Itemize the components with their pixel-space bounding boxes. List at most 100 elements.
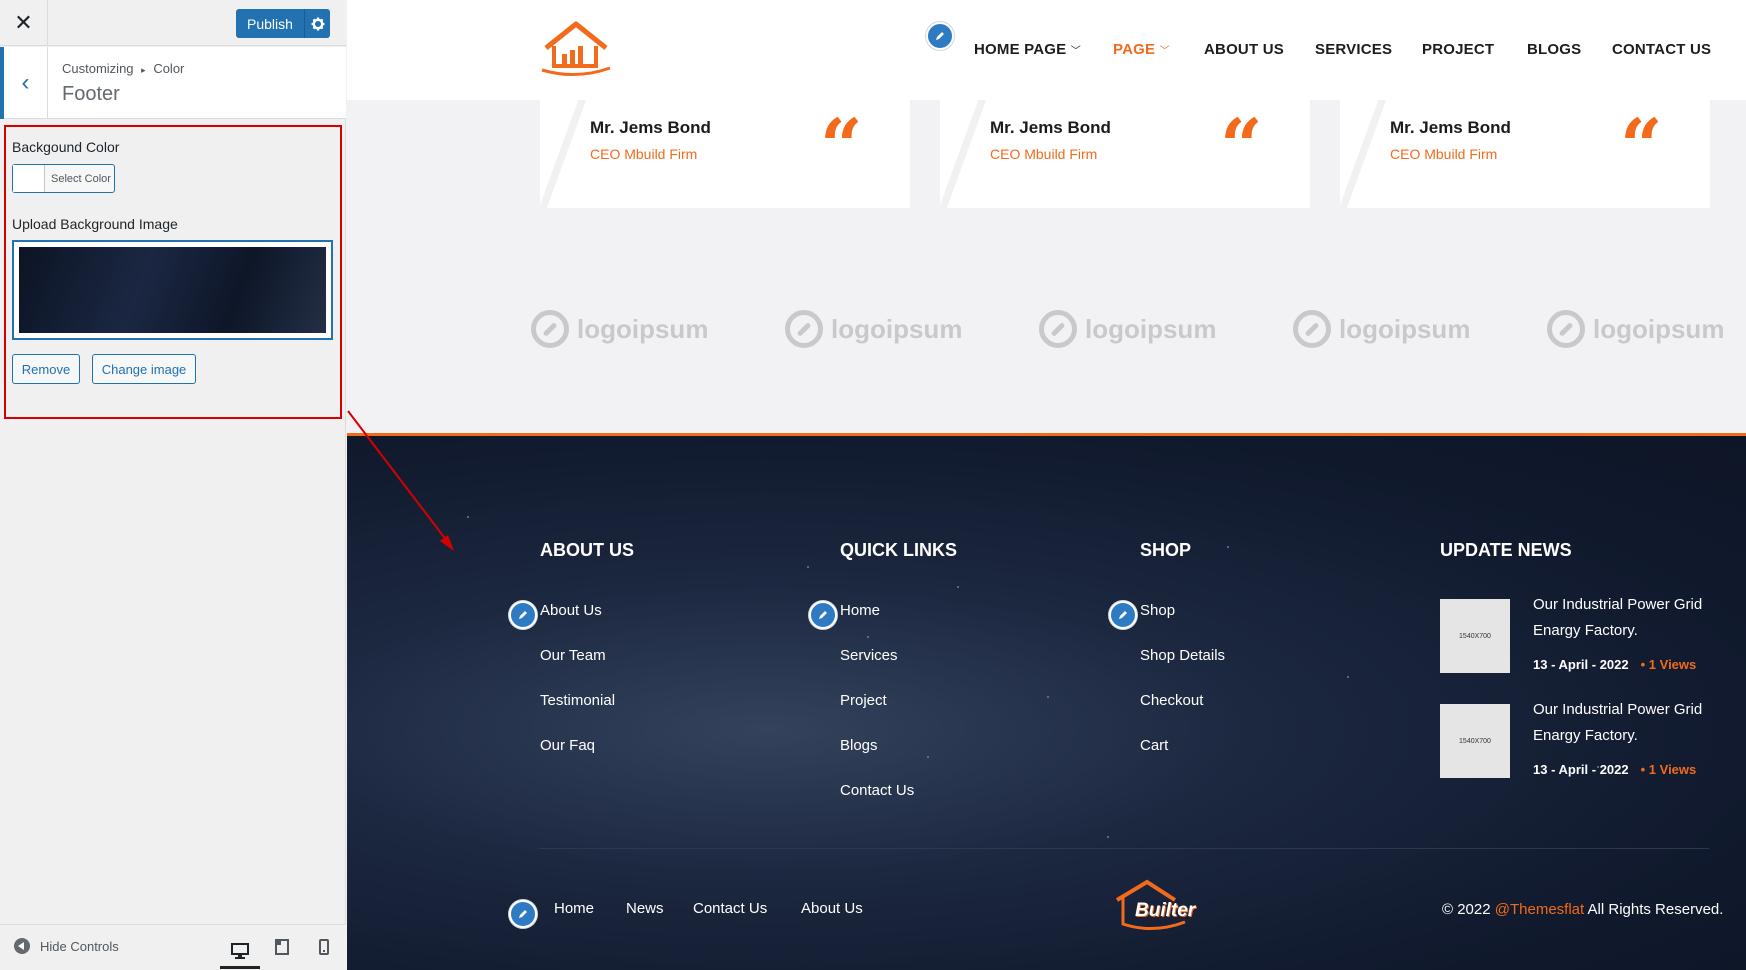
nav-about-us[interactable]: ABOUT US bbox=[1204, 41, 1284, 58]
partner-logo-text: logoipsum bbox=[577, 313, 709, 344]
footer-link[interactable]: Blogs bbox=[840, 737, 878, 754]
copyright-suffix: All Rights Reserved. bbox=[1587, 901, 1724, 918]
logoipsum-icon bbox=[531, 310, 569, 348]
testimonial-name: Mr. Jems Bond bbox=[1390, 118, 1511, 137]
bottom-link[interactable]: Contact Us bbox=[693, 900, 767, 917]
logoipsum-icon bbox=[1293, 310, 1331, 348]
footer-link[interactable]: Shop bbox=[1140, 602, 1175, 619]
spark-particle bbox=[927, 756, 929, 758]
news-thumbnail[interactable]: 1540X700 bbox=[1440, 704, 1510, 778]
chevron-down-icon: ﹀ bbox=[1159, 46, 1170, 57]
footer-link[interactable]: Services bbox=[840, 647, 898, 664]
gear-icon[interactable] bbox=[304, 9, 330, 38]
bottom-link[interactable]: News bbox=[626, 900, 664, 917]
background-color-label: Backgound Color bbox=[12, 139, 120, 155]
testimonial-role: CEO Mbuild Firm bbox=[590, 146, 698, 162]
footer-link[interactable]: About Us bbox=[540, 602, 602, 619]
footer-logo[interactable]: Builter bbox=[1113, 878, 1195, 936]
publish-button[interactable]: Publish bbox=[236, 9, 330, 38]
back-button[interactable]: ‹ bbox=[0, 47, 48, 119]
footer-divider bbox=[539, 848, 1709, 849]
edit-shortcut-icon[interactable] bbox=[809, 601, 837, 629]
quote-icon: “ bbox=[1220, 104, 1263, 190]
edit-shortcut-icon[interactable] bbox=[509, 900, 537, 928]
news-title[interactable]: Our Industrial Power Grid Enargy Factory… bbox=[1533, 697, 1713, 749]
quote-icon: “ bbox=[820, 104, 863, 190]
partner-logo-text: logoipsum bbox=[1593, 313, 1725, 344]
footer-link[interactable]: Project bbox=[840, 692, 887, 709]
edit-shortcut-icon[interactable] bbox=[926, 22, 954, 50]
preview-thumbnail bbox=[19, 247, 326, 333]
spark-particle bbox=[1107, 836, 1109, 838]
color-swatch bbox=[13, 165, 45, 192]
news-views: • 1 Views bbox=[1640, 657, 1697, 672]
footer-link[interactable]: Cart bbox=[1140, 737, 1168, 754]
news-date: 13 - April - 2022 bbox=[1533, 657, 1629, 672]
footer-link[interactable]: Our Team bbox=[540, 647, 606, 664]
edit-shortcut-icon[interactable] bbox=[1109, 601, 1137, 629]
footer-heading-about: ABOUT US bbox=[540, 540, 634, 560]
nav-page[interactable]: PAGE ﹀ bbox=[1113, 41, 1170, 58]
copyright-brand-link[interactable]: @Themesflat bbox=[1495, 901, 1584, 918]
desktop-preview-icon[interactable] bbox=[220, 935, 260, 969]
bottom-link[interactable]: About Us bbox=[801, 900, 863, 917]
footer-link[interactable]: Our Faq bbox=[540, 737, 595, 754]
footer-link[interactable]: Contact Us bbox=[840, 782, 914, 799]
publish-label: Publish bbox=[247, 15, 293, 32]
tablet-preview-icon[interactable] bbox=[270, 935, 294, 959]
partner-logo: logoipsum bbox=[1039, 310, 1216, 348]
spark-particle bbox=[867, 636, 869, 638]
remove-image-button[interactable]: Remove bbox=[12, 354, 80, 384]
select-color-button[interactable]: Select Color bbox=[12, 164, 115, 193]
hide-controls-button[interactable]: Hide Controls bbox=[14, 938, 119, 954]
site-logo[interactable] bbox=[538, 18, 614, 80]
partner-logo-text: logoipsum bbox=[1085, 313, 1217, 344]
footer-link[interactable]: Testimonial bbox=[540, 692, 615, 709]
footer-heading-quick-links: QUICK LINKS bbox=[840, 540, 957, 560]
testimonial-card: Mr. Jems Bond CEO Mbuild Firm “ bbox=[540, 100, 910, 208]
nav-project[interactable]: PROJECT bbox=[1422, 41, 1494, 58]
mobile-preview-icon[interactable] bbox=[312, 935, 336, 959]
select-color-label: Select Color bbox=[51, 172, 111, 185]
footer-heading-shop: SHOP bbox=[1140, 540, 1192, 560]
nav-label: HOME PAGE bbox=[974, 41, 1067, 58]
copyright: © 2022 @Themesflat All Rights Reserved. bbox=[1442, 901, 1723, 918]
news-thumbnail[interactable]: 1540X700 bbox=[1440, 599, 1510, 673]
news-meta: 13 - April - 2022 • 1 Views bbox=[1533, 762, 1696, 777]
background-image-preview[interactable] bbox=[12, 240, 333, 340]
partner-logo: logoipsum bbox=[1547, 310, 1724, 348]
collapse-icon bbox=[14, 938, 30, 954]
partner-logo: logoipsum bbox=[1293, 310, 1470, 348]
testimonial-name: Mr. Jems Bond bbox=[590, 118, 711, 137]
nav-contact-us[interactable]: CONTACT US bbox=[1612, 41, 1711, 58]
news-title[interactable]: Our Industrial Power Grid Enargy Factory… bbox=[1533, 592, 1713, 644]
testimonial-card: Mr. Jems Bond CEO Mbuild Firm “ bbox=[1340, 100, 1710, 208]
chevron-left-icon: ‹ bbox=[21, 69, 30, 96]
logoipsum-icon bbox=[1039, 310, 1077, 348]
footer-link[interactable]: Shop Details bbox=[1140, 647, 1225, 664]
spark-particle bbox=[807, 566, 809, 568]
spark-particle bbox=[957, 586, 959, 588]
testimonial-role: CEO Mbuild Firm bbox=[990, 146, 1098, 162]
footer-link[interactable]: Checkout bbox=[1140, 692, 1203, 709]
testimonial-card: Mr. Jems Bond CEO Mbuild Firm “ bbox=[940, 100, 1310, 208]
bottom-link[interactable]: Home bbox=[554, 900, 594, 917]
change-image-button[interactable]: Change image bbox=[92, 354, 196, 384]
partner-logo-text: logoipsum bbox=[831, 313, 963, 344]
spark-particle bbox=[1047, 696, 1049, 698]
breadcrumb-parent: Color bbox=[153, 61, 185, 76]
news-date: 13 - April - 2022 bbox=[1533, 762, 1629, 777]
close-icon[interactable]: ✕ bbox=[0, 0, 48, 46]
nav-home-page[interactable]: HOME PAGE ﹀ bbox=[974, 41, 1081, 58]
hide-controls-label: Hide Controls bbox=[40, 938, 119, 954]
edit-shortcut-icon[interactable] bbox=[509, 601, 537, 629]
spark-particle bbox=[467, 516, 469, 518]
nav-services[interactable]: SERVICES bbox=[1315, 41, 1392, 58]
news-views: • 1 Views bbox=[1640, 762, 1697, 777]
footer-link[interactable]: Home bbox=[840, 602, 880, 619]
partner-logo-text: logoipsum bbox=[1339, 313, 1471, 344]
nav-label: PAGE bbox=[1113, 41, 1156, 58]
nav-blogs[interactable]: BLOGS bbox=[1527, 41, 1581, 58]
logoipsum-icon bbox=[1547, 310, 1585, 348]
breadcrumb: Customizing ▸ Color bbox=[62, 61, 184, 76]
